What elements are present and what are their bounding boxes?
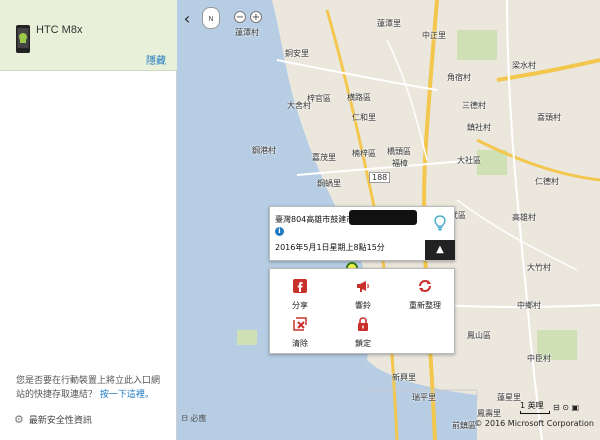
erase-label: 清除 — [292, 339, 308, 348]
ring-button[interactable]: 響鈴 — [338, 279, 388, 311]
refresh-icon — [419, 279, 431, 293]
map-label: 蓮潭村 — [235, 28, 259, 37]
erase-device-icon — [293, 317, 307, 331]
map-label: 楠梓區 — [352, 149, 376, 158]
map-label: 角宿村 — [447, 73, 471, 82]
ring-label: 響鈴 — [355, 301, 371, 310]
device-card[interactable]: HTC M8x 隱藏 — [0, 0, 177, 71]
map-label: 瑞平里 — [412, 393, 436, 402]
zoom-out-button[interactable]: − — [234, 11, 246, 23]
security-info-label: 最新安全性資訊 — [28, 416, 92, 426]
map-label: 前鎮區 — [452, 421, 476, 430]
collapse-sidebar-button[interactable]: ‹ — [180, 10, 194, 28]
facebook-share-icon — [293, 279, 307, 293]
map-label: 仁德村 — [535, 177, 559, 186]
map-label: 梓官區 — [307, 94, 331, 103]
device-name: HTC M8x — [36, 24, 83, 36]
redacted-address — [349, 210, 417, 225]
map-label: 新興里 — [392, 373, 416, 382]
map-copyright: © 2016 Microsoft Corporation — [474, 419, 594, 428]
map-label: 大社區 — [457, 156, 481, 165]
map-label: 大竹村 — [527, 263, 551, 272]
bing-logo: ᗷ 必應 — [182, 413, 206, 424]
bing-icon: ᗷ — [182, 414, 188, 423]
scale-label: 1 英哩 — [520, 401, 544, 410]
map-label: 鋼港村 — [252, 146, 276, 155]
map-label: 福樟 — [392, 159, 408, 168]
refresh-button[interactable]: 重新整理 — [400, 279, 450, 311]
map-label: 鋼蝸里 — [317, 179, 341, 188]
zoom-in-button[interactable]: + — [250, 11, 262, 23]
map-tools[interactable]: ⊟ ⊙ ▣ — [553, 403, 579, 412]
device-action-panel: 分享 響鈴 重新整理 清除 鎖定 — [269, 268, 455, 354]
erase-button[interactable]: 清除 — [275, 317, 325, 349]
megaphone-icon — [357, 281, 369, 292]
map-label: 三德村 — [462, 101, 486, 110]
map-label: 中正里 — [422, 31, 446, 40]
map-label: 横路區 — [347, 93, 371, 102]
traffic-icon[interactable]: ⊟ — [553, 403, 560, 412]
gear-icon: ⚙ — [14, 413, 24, 426]
android-phone-icon — [16, 25, 30, 53]
quick-access-notice: 您是否要在行動裝置上將立此入口網站的快捷存取連結？ 按一下這裡。 — [16, 374, 166, 402]
map-label: 鳳壽里 — [477, 409, 501, 418]
location-address: 臺灣804高雄市鼓建市 — [275, 215, 355, 224]
security-info-link[interactable]: ⚙ 最新安全性資訊 — [14, 413, 92, 426]
bing-label: 必應 — [190, 414, 207, 423]
map-label: 中臣村 — [527, 354, 551, 363]
map-label: 中鄉村 — [517, 301, 541, 310]
map-label: 鳳山區 — [467, 331, 491, 340]
lock-label: 鎖定 — [355, 339, 371, 348]
map-label: 喜頭村 — [537, 113, 561, 122]
map-label: 銅安里 — [285, 49, 309, 58]
map-label: 蓮潭里 — [377, 19, 401, 28]
refresh-label: 重新整理 — [409, 301, 441, 310]
map-label: 橋頭區 — [387, 147, 411, 156]
map-label: 仁和里 — [352, 113, 376, 122]
device-sidebar: HTC M8x 隱藏 您是否要在行動裝置上將立此入口網站的快捷存取連結？ 按一下… — [0, 0, 177, 440]
hide-link[interactable]: 隱藏 — [146, 52, 166, 67]
layers-icon[interactable]: ▣ — [572, 403, 580, 412]
lightbulb-icon[interactable] — [434, 215, 446, 231]
map-label: 梁水村 — [512, 61, 536, 70]
map-label: 嘉茂里 — [312, 153, 336, 162]
location-time: 2016年5月1日星期上8點15分 — [275, 243, 385, 252]
notice-link[interactable]: 按一下這裡。 — [100, 390, 154, 400]
chevron-up-icon[interactable]: ▲ — [425, 240, 455, 260]
share-label: 分享 — [292, 301, 308, 310]
lock-button[interactable]: 鎖定 — [338, 317, 388, 349]
road-number-badge: 188 — [369, 172, 391, 183]
locate-icon[interactable]: ⊙ — [562, 403, 569, 412]
map-label: 高雄村 — [512, 213, 536, 222]
map-label: 蓮星里 — [497, 393, 521, 402]
info-icon[interactable]: i — [275, 227, 284, 236]
share-button[interactable]: 分享 — [275, 279, 325, 311]
scale-bar — [520, 411, 550, 414]
lock-icon — [358, 317, 368, 331]
compass-button[interactable]: N — [202, 7, 220, 29]
map-label: 鎮社村 — [467, 123, 491, 132]
